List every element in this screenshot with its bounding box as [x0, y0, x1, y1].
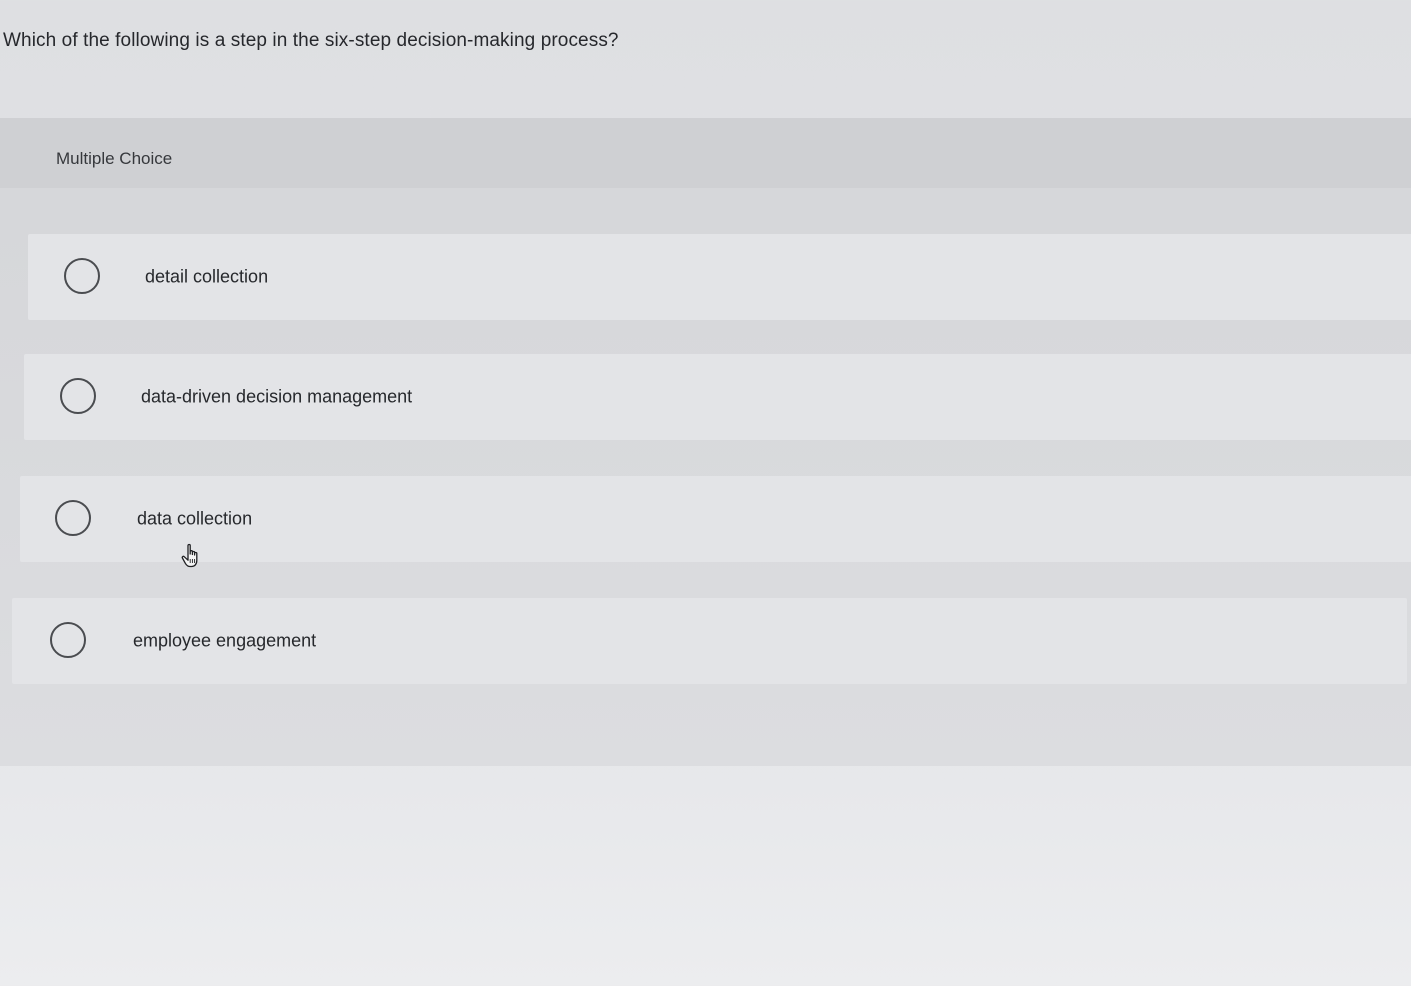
- option-label: detail collection: [145, 266, 269, 287]
- option-data-driven-decision-management[interactable]: data-driven decision management: [24, 354, 1411, 440]
- option-detail-collection[interactable]: detail collection: [28, 234, 1411, 320]
- radio-button[interactable]: [60, 378, 96, 414]
- option-label: data collection: [137, 508, 253, 529]
- multiple-choice-label: Multiple Choice: [56, 149, 173, 168]
- radio-button[interactable]: [55, 500, 91, 536]
- radio-button[interactable]: [50, 622, 86, 658]
- question-text: Which of the following is a step in the …: [3, 30, 619, 51]
- option-label: data-driven decision management: [141, 386, 413, 407]
- choice-header: Multiple Choice: [0, 118, 1411, 188]
- radio-button[interactable]: [64, 258, 100, 294]
- hand-pointer-icon: [181, 543, 198, 568]
- option-data-collection[interactable]: data collection: [20, 476, 1411, 562]
- option-employee-engagement[interactable]: employee engagement: [12, 598, 1407, 684]
- option-label: employee engagement: [133, 630, 317, 651]
